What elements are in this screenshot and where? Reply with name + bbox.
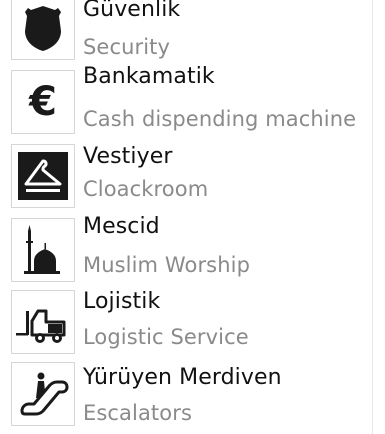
mosque-icon	[11, 218, 75, 282]
svg-text:€: €	[28, 79, 57, 125]
list-item-cash-machine: € Bankamatik Cash dispending machine	[0, 64, 385, 142]
item-subtitle: Security	[83, 35, 171, 59]
forklift-icon	[11, 290, 75, 354]
item-title: Yürüyen Merdiven	[83, 365, 282, 390]
item-title: Güvenlik	[83, 0, 181, 22]
hanger-icon	[11, 144, 75, 208]
item-subtitle: Muslim Worship	[83, 253, 251, 277]
escalator-icon	[11, 362, 75, 426]
item-title: Vestiyer	[83, 144, 173, 169]
list-item-security: Güvenlik Security	[0, 0, 385, 72]
list-item-logistics: Lojistik Logistic Service	[0, 289, 385, 362]
item-title: Bankamatik	[83, 64, 215, 89]
item-subtitle: Escalators	[83, 401, 192, 425]
list-item-cloakroom: Vestiyer Cloackroom	[0, 144, 385, 216]
item-subtitle: Cloackroom	[83, 177, 209, 201]
shield-icon	[11, 0, 75, 60]
item-title: Lojistik	[83, 289, 161, 314]
item-title: Mescid	[83, 214, 160, 239]
item-subtitle: Cash dispending machine	[83, 107, 357, 131]
list-item-escalators: Yürüyen Merdiven Escalators	[0, 362, 385, 434]
euro-icon: €	[11, 70, 75, 134]
item-subtitle: Logistic Service	[83, 325, 249, 349]
list-item-worship: Mescid Muslim Worship	[0, 214, 385, 290]
divider	[372, 0, 373, 434]
